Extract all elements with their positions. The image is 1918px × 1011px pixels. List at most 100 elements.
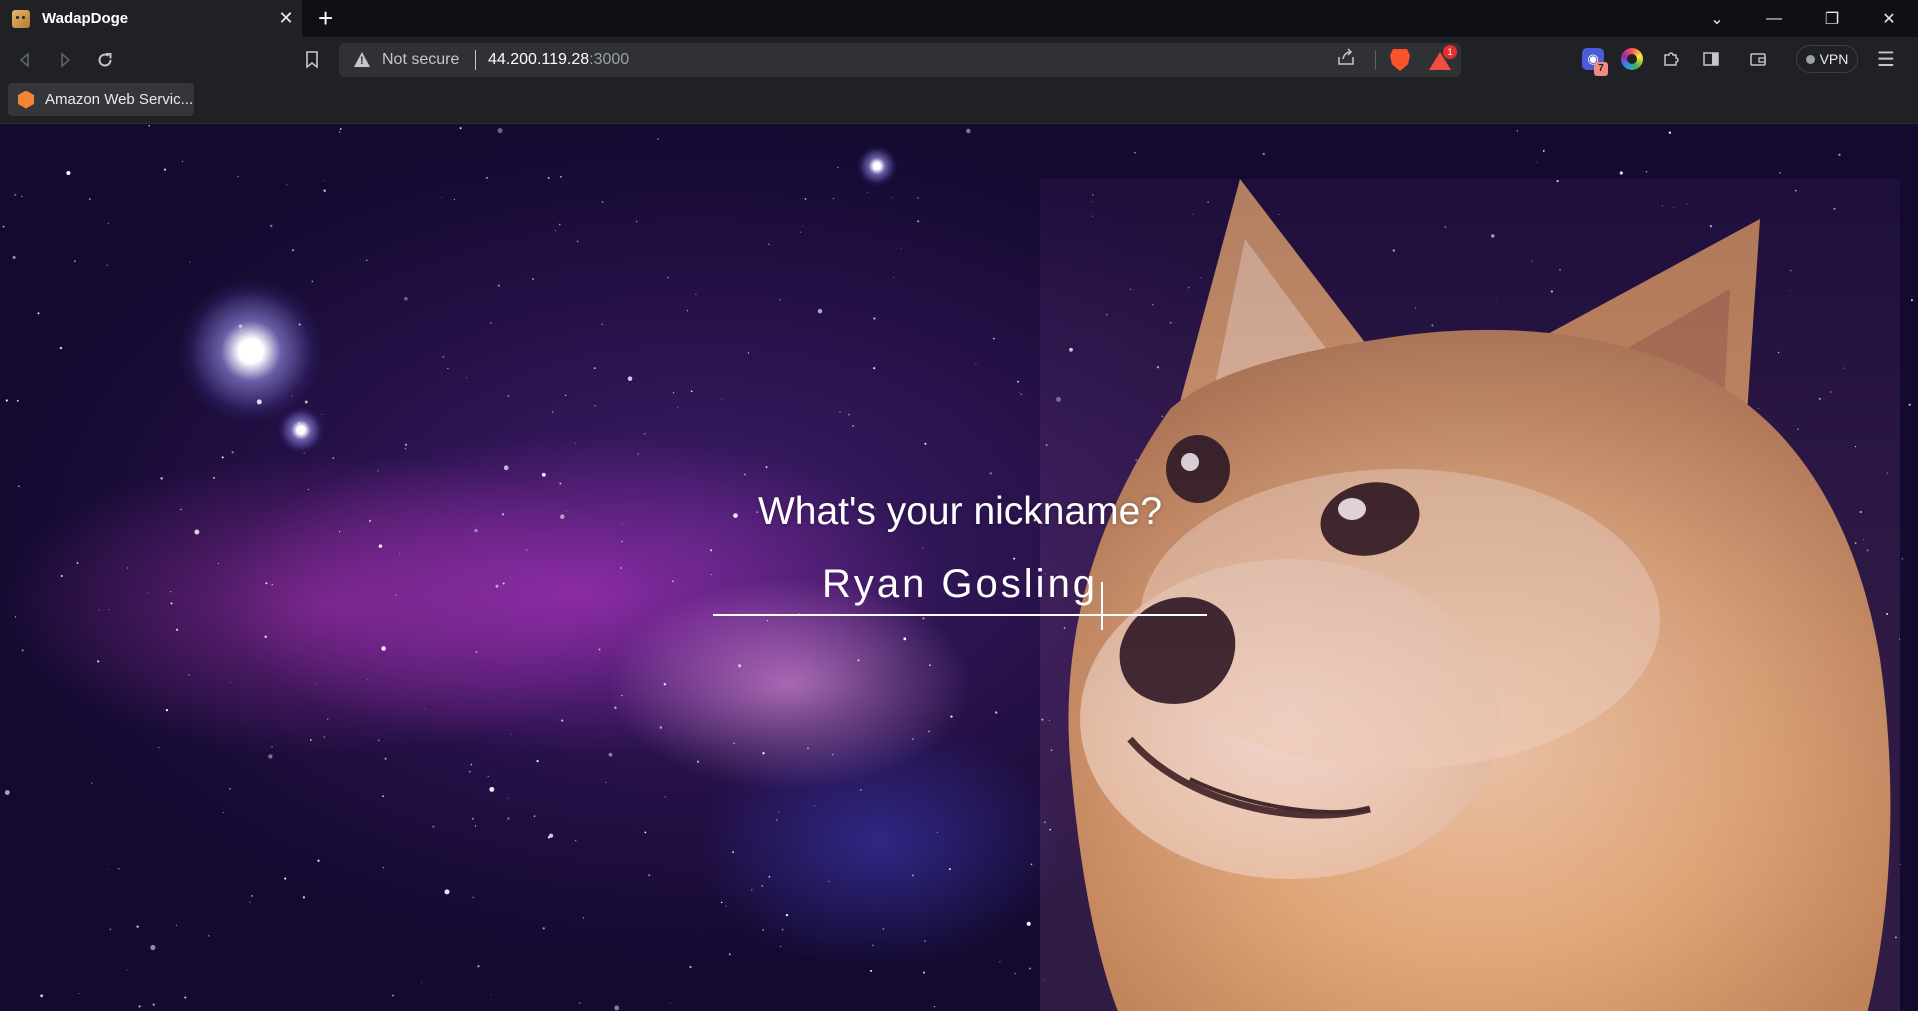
star [873,367,876,370]
star [857,659,860,662]
star [659,726,662,729]
tab-search-icon[interactable]: ⌄ [1688,0,1746,37]
tab-close-icon[interactable]: ✕ [274,8,298,29]
star [377,739,380,742]
star [507,817,510,820]
star [559,175,562,178]
star [561,719,564,722]
color-picker-extension-icon[interactable] [1621,48,1643,70]
star [578,1002,581,1004]
star [490,994,492,996]
sidebar-toggle-icon[interactable] [1700,48,1722,70]
star [507,797,509,799]
forward-button[interactable] [50,45,80,75]
url-text[interactable]: 44.200.119.28:3000 [488,51,629,69]
star [497,127,503,134]
star [802,225,804,227]
star [311,280,314,283]
star [126,969,128,971]
star [472,896,474,898]
star [721,398,723,400]
vpn-button[interactable]: VPN [1796,45,1858,73]
star [158,747,160,749]
star [800,231,802,233]
star [1619,171,1623,175]
star [59,346,63,350]
restore-button[interactable]: ❐ [1803,0,1861,37]
star [12,256,16,259]
star [264,635,267,638]
brave-shields-icon[interactable] [1390,49,1410,71]
star [995,711,998,714]
star [924,940,926,942]
star [271,583,274,586]
star [73,260,76,263]
star [468,770,471,773]
address-bar[interactable]: Not secure 44.200.119.28:3000 1 [339,43,1461,77]
star [1542,150,1545,152]
new-tab-button[interactable]: + [318,3,333,33]
star [381,646,386,651]
puzzle-extensions-icon[interactable] [1660,48,1682,70]
address-divider [475,50,476,70]
star [368,519,372,522]
bookmark-item-aws[interactable]: Amazon Web Servic... [8,83,194,116]
star [384,757,387,760]
star [743,473,746,476]
star [268,754,273,759]
star [669,1002,671,1004]
close-window-button[interactable]: ✕ [1860,0,1918,37]
star [720,901,723,904]
security-label[interactable]: Not secure [382,51,459,69]
star [696,760,700,763]
star [106,264,108,266]
star [533,815,536,817]
star [395,594,398,597]
star [733,742,736,745]
star [160,477,163,480]
star [421,981,423,983]
bookmark-button[interactable] [297,45,327,75]
star [392,994,394,997]
star [66,170,71,176]
star [180,508,182,511]
nickname-input[interactable] [713,554,1207,616]
star [88,198,91,201]
star [621,694,623,697]
star [1134,151,1136,154]
star [382,795,384,798]
star [502,582,505,585]
star [251,895,253,897]
star [309,739,312,741]
browser-tab[interactable]: WadapDoge ✕ [0,0,302,37]
warning-icon[interactable] [354,52,370,67]
star [432,825,435,828]
minimize-button[interactable]: — [1745,0,1803,37]
star [453,199,455,201]
star [558,223,561,226]
star [237,175,239,178]
star [657,138,659,140]
star [222,812,224,813]
star [686,310,689,312]
wallet-icon[interactable] [1747,48,1769,70]
star [814,804,816,807]
puzzle-icon [1664,52,1679,66]
star [91,782,93,784]
star [837,166,839,169]
hamburger-menu-icon[interactable]: ☰ [1877,47,1895,72]
star [637,453,640,455]
star [18,485,20,488]
star [872,944,874,947]
vpn-status-icon [1805,54,1815,64]
star [672,392,675,394]
back-button[interactable] [10,45,40,75]
star [2,225,5,228]
star [966,128,971,134]
share-icon[interactable] [1337,48,1355,71]
star [776,819,778,821]
reload-button[interactable] [90,45,120,75]
star [474,528,478,533]
star [993,337,995,340]
bookmarks-bar: Amazon Web Servic... [0,83,1918,124]
